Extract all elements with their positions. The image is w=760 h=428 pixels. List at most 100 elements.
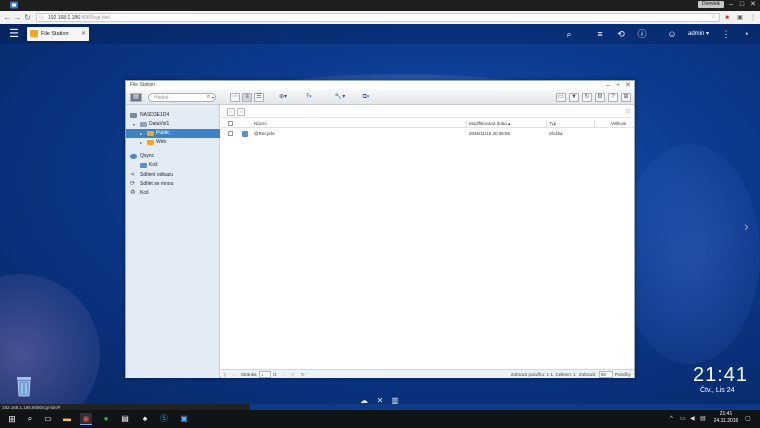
list-view-icon[interactable]: ≡ [242,93,252,102]
table-row[interactable]: @Recycle 2016/11/15 20:35:56 Složka [221,129,634,139]
file-explorer-icon[interactable]: ▬ [61,413,73,425]
forward-icon[interactable]: › [237,108,245,116]
upload-icon[interactable]: ⤒▾ [301,93,317,102]
forward-icon[interactable]: → [13,13,22,22]
tree-item-nas[interactable]: NASD3E1D4 [126,111,220,120]
thumbnail-view-icon[interactable]: ⋯ [230,93,240,102]
tools-icon[interactable]: 🔧▾ [330,93,350,102]
book-icon[interactable]: ▥ [390,396,400,404]
favorite-star-icon[interactable]: ☆ [625,107,631,116]
back-icon[interactable]: ‹ [227,108,235,116]
tools-icon[interactable]: ✕ [375,396,385,404]
language-icon[interactable]: ▤ [700,415,706,423]
window-maximize-icon[interactable]: + [614,81,622,90]
first-page-icon[interactable]: |‹ [224,370,227,379]
task-view-icon[interactable]: ▭ [42,413,54,425]
volume-icon[interactable]: ◀ [690,415,695,423]
sidebar-toggle-icon[interactable]: ▤ [130,93,142,102]
taskbar-date[interactable]: 24.11.2016 [712,418,740,425]
refresh-icon[interactable]: ↻ [582,93,592,102]
chevron-right-icon[interactable]: ▸ [140,138,142,147]
filter-icon[interactable]: ▼ [569,93,579,102]
taskbar-time[interactable]: 21:41 [712,411,740,418]
desktop-date: Čtv., Lis 24 [700,387,735,394]
tree-item-qsync[interactable]: Qsync [126,152,220,161]
spotify-icon[interactable]: ● [100,413,112,425]
extension-icon[interactable]: ▣ [736,14,744,22]
search-input[interactable]: Hledat ⌕ ▾ [148,93,216,102]
tree-item-shared-with-me[interactable]: ⟳ Sdílet se mnou [126,180,220,189]
chevron-right-icon[interactable]: › [744,217,749,235]
app-icon[interactable]: ▣ [178,413,190,425]
row-checkbox[interactable] [228,131,233,136]
media-icon[interactable]: ▤ [119,413,131,425]
dashboard-icon[interactable]: ◔ [740,28,752,40]
notification-icon[interactable]: ▢ [745,415,751,423]
column-size[interactable]: Velikost [611,119,627,128]
chevron-right-icon[interactable]: ▸ [140,129,142,138]
address-bar[interactable]: ⓘ 192.168.1.186:8080/cgi-bin/ ☆ [36,13,720,22]
page-input[interactable]: 1 [259,371,271,378]
prev-page-icon[interactable]: ‹ [233,370,235,379]
network-icon[interactable]: ▭ [680,415,686,423]
page-size-select[interactable]: 50 [599,371,613,378]
recycle-bin-desktop-icon[interactable] [14,374,34,398]
remote-mount-icon[interactable]: ▭ [556,93,566,102]
user-avatar-icon[interactable]: ☺ [666,28,678,40]
tree-item-recycle[interactable]: ♻ Koš [126,189,220,198]
user-menu[interactable]: admin ▾ [688,28,709,40]
chrome-icon[interactable]: ◉ [80,413,92,425]
refresh-icon[interactable]: ↻ [301,370,305,379]
search-icon[interactable]: ⌕ [207,94,210,101]
more-icon[interactable]: ⋮ [720,28,732,40]
search-icon[interactable]: ⌕ [563,28,575,40]
cloud-icon[interactable]: ☁ [359,396,369,404]
info-icon[interactable]: ⓘ [39,15,45,21]
column-name[interactable]: Název [254,119,267,128]
close-tab-icon[interactable]: ✕ [81,30,86,38]
url-path: :8080/cgi-bin/ [79,15,111,21]
share-icon[interactable]: ⧉▾ [358,93,374,102]
windows-start-icon[interactable]: ⊞ [6,413,18,425]
chevron-down-icon[interactable]: ▾ [212,94,214,101]
window-minimize-icon[interactable]: – [604,81,612,90]
more-options-icon[interactable]: ⊞ [621,93,631,102]
minimize-icon[interactable]: – [726,0,736,9]
background-tasks-icon[interactable]: ≡ [594,28,606,40]
search-icon[interactable]: ⌕ [24,413,36,425]
column-modified[interactable]: Modifikovaná doba ▴ [469,119,510,128]
last-page-icon[interactable]: ›| [291,370,294,379]
help-icon[interactable]: ? [608,93,618,102]
app-icon[interactable]: ♠ [139,413,151,425]
extension-icon[interactable]: ■ [723,14,731,22]
window-close-icon[interactable]: ✕ [624,81,632,90]
browser-tab[interactable] [8,1,22,10]
settings-icon[interactable]: ⚙ [595,93,605,102]
close-icon[interactable]: ✕ [748,0,758,9]
select-all-checkbox[interactable] [228,121,233,126]
tray-chevron-icon[interactable]: ^ [670,415,673,423]
chevron-down-icon[interactable]: ▾ [133,120,135,129]
profile-button[interactable]: Dominik [698,1,725,8]
tree-item-qsync-recycle[interactable]: Koš [126,161,220,170]
cell-modified: 2016/11/15 20:35:56 [469,131,510,136]
external-device-icon[interactable]: ⟲ [615,28,627,40]
tree-item-share-link[interactable]: ⋖ Sdílení odkazu [126,171,220,180]
detail-view-icon[interactable]: ☰ [254,93,264,102]
reload-icon[interactable]: ↻ [23,13,32,22]
tree-item-datavol1[interactable]: ▾ DataVol1 [126,120,220,129]
chrome-menu-icon[interactable]: ⋮ [749,14,757,22]
tree-item-public[interactable]: ▸ Public [126,129,220,138]
main-menu-icon[interactable]: ☰ [8,28,20,40]
maximize-icon[interactable]: □ [737,0,747,9]
bookmark-star-icon[interactable]: ☆ [711,14,716,21]
create-folder-icon[interactable]: ⊕▾ [276,93,290,102]
column-type[interactable]: Typ [549,119,556,128]
file-station-taskbar-tab[interactable]: File Station ✕ [27,27,89,41]
event-notification-icon[interactable]: ⓘ [636,28,648,40]
tree-item-web[interactable]: ▸ Web [126,138,220,147]
back-icon[interactable]: ← [3,13,12,22]
skype-icon[interactable]: Ⓢ [158,413,170,425]
tree-item-label: Sdílet se mnou [140,181,174,187]
next-page-icon[interactable]: › [283,370,285,379]
